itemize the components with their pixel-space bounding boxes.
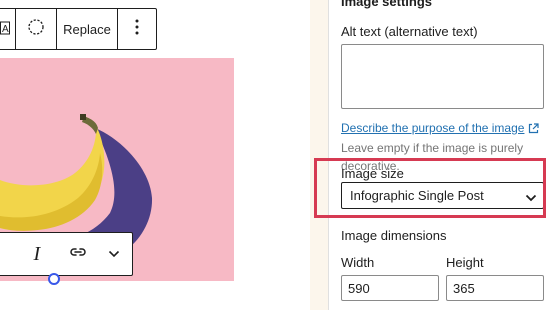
alt-text-label: Alt text (alternative text) [341, 24, 478, 39]
sidebar-edge [310, 0, 328, 310]
toolbar-group-duotone [16, 9, 57, 49]
italic-button[interactable]: I [13, 233, 61, 275]
circle-dashed-icon [27, 18, 45, 41]
chevron-down-icon [108, 245, 120, 263]
image-dimensions-label: Image dimensions [341, 228, 447, 243]
toolbar-group-replace: Replace [57, 9, 118, 49]
settings-sidebar: Image settings Alt text (alternative tex… [328, 0, 550, 310]
editor-canvas: A Replace I [0, 0, 328, 310]
alt-text-field[interactable] [341, 44, 544, 109]
resize-handle[interactable] [48, 273, 60, 285]
align-icon: A [0, 21, 14, 38]
toolbar-group-align: A [0, 9, 16, 49]
describe-purpose-link[interactable]: Describe the purpose of the image [341, 121, 524, 135]
toolbar-group-more [118, 9, 156, 49]
height-label: Height [446, 255, 484, 270]
options-button[interactable] [118, 9, 156, 49]
link-icon [69, 245, 87, 263]
italic-icon: I [33, 242, 41, 265]
panel-title: Image settings [341, 0, 433, 9]
block-toolbar: A Replace [0, 8, 157, 50]
height-field[interactable] [446, 275, 544, 301]
external-link-icon [528, 121, 540, 139]
replace-button[interactable]: Replace [57, 9, 117, 49]
image-size-highlight [314, 158, 546, 218]
more-formats-button[interactable] [96, 233, 132, 275]
align-button[interactable]: A [0, 9, 15, 49]
replace-label: Replace [63, 21, 111, 37]
width-field[interactable] [341, 275, 439, 301]
svg-text:A: A [2, 24, 9, 35]
duotone-button[interactable] [16, 9, 56, 49]
inline-format-toolbar: I [0, 232, 133, 276]
width-label: Width [341, 255, 375, 270]
link-button[interactable] [61, 233, 97, 275]
more-vertical-icon [135, 19, 139, 40]
